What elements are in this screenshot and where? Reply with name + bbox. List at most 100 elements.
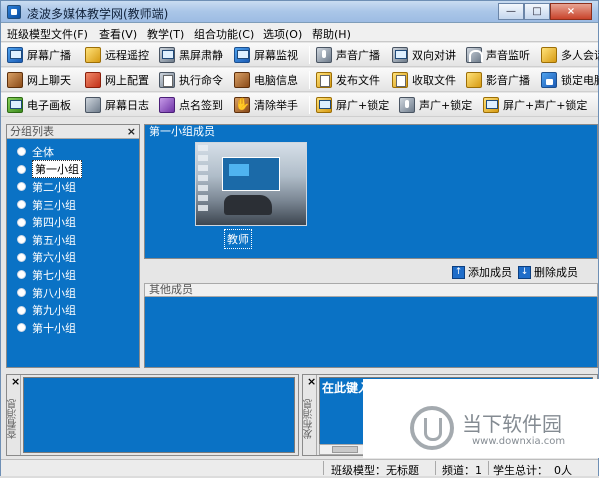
radio-icon [17, 305, 26, 315]
sound-lock-button[interactable]: 声广+锁定 [399, 96, 472, 114]
group-list-close-button[interactable]: × [127, 125, 136, 138]
toolbar-separator [309, 71, 310, 89]
pc-info-button[interactable]: 电脑信息 [234, 71, 298, 89]
group-item-2[interactable]: 第二小组 [17, 178, 82, 196]
screen-lock-button[interactable]: 屏广+锁定 [316, 96, 389, 114]
screen-broadcast-button[interactable]: 屏幕广播 [7, 46, 71, 64]
radio-icon [17, 288, 26, 298]
roll-call-button[interactable]: 点名签到 [159, 96, 223, 114]
window-title: 凌波多媒体教学网(教师端) [27, 7, 169, 21]
chat-icon [7, 72, 23, 88]
watermark: 当下软件园 www.downxia.com [406, 406, 596, 454]
status-separator [435, 461, 436, 475]
window-controls: — □ × [498, 3, 592, 20]
watermark-logo-icon [410, 406, 454, 450]
view-messages-tab[interactable]: × 查看消息 [7, 375, 21, 455]
teacher-label[interactable]: 教师 [224, 229, 252, 249]
config-button[interactable]: 网上配置 [85, 71, 149, 89]
group-item-8[interactable]: 第八小组 [17, 284, 82, 302]
toolbar-separator [309, 96, 310, 114]
remove-member-button[interactable]: ↓ 删除成员 [518, 264, 578, 280]
minimize-button[interactable]: — [498, 3, 524, 20]
roll-call-icon [159, 97, 175, 113]
menu-combo[interactable]: 组合功能(C) [194, 26, 254, 42]
group-item-4[interactable]: 第四小组 [17, 213, 82, 231]
lock-pc-button[interactable]: 锁定电脑 [541, 71, 599, 89]
publish-messages-tab[interactable]: × 发布消息 [303, 375, 317, 455]
remote-control-button[interactable]: 远程遥控 [85, 46, 149, 64]
group-item-10[interactable]: 第十小组 [17, 319, 82, 337]
sound-monitor-button[interactable]: 声音监听 [466, 46, 530, 64]
view-messages-close-button[interactable]: × [11, 375, 20, 388]
group-chat-button[interactable]: 多人会话 [541, 46, 599, 64]
screen-sound-lock-button[interactable]: 屏广+声广+锁定 [483, 96, 587, 114]
video-broadcast-button[interactable]: 影音广播 [466, 71, 530, 89]
group-list-panel: 分组列表 × 全体 第一小组 第二小组 第三小组 第四小组 第五小组 第六小组 … [6, 124, 140, 368]
scrollbar-thumb[interactable] [332, 446, 358, 453]
radio-icon [17, 147, 26, 157]
toolbar-row-2: 网上聊天 网上配置 执行命令 电脑信息 发布文件 收取文件 影音广播 锁定电脑 [1, 68, 599, 92]
group-list-title: 分组列表 [10, 125, 54, 138]
whiteboard-button[interactable]: 电子画板 [7, 96, 71, 114]
microphone-icon [316, 47, 332, 63]
group-item-6[interactable]: 第六小组 [17, 249, 82, 267]
screen-log-button[interactable]: 屏幕日志 [85, 96, 149, 114]
maximize-button[interactable]: □ [524, 3, 550, 20]
radio-icon [17, 200, 26, 210]
members-header: 第一小组成员 [144, 124, 598, 138]
intercom-icon [392, 47, 408, 63]
toolbar-row-1: 屏幕广播 远程遥控 黑屏肃静 屏幕监视 声音广播 双向对讲 声音监听 多人会话 [1, 43, 599, 67]
execute-icon [159, 72, 175, 88]
publish-file-icon [316, 72, 332, 88]
publish-messages-close-button[interactable]: × [307, 375, 316, 388]
add-member-button[interactable]: ↑ 添加成员 [452, 264, 512, 280]
group-list: 全体 第一小组 第二小组 第三小组 第四小组 第五小组 第六小组 第七小组 第八… [17, 143, 82, 337]
radio-icon [17, 252, 26, 262]
intercom-button[interactable]: 双向对讲 [392, 46, 456, 64]
group-item-1[interactable]: 第一小组 [17, 160, 82, 179]
other-members-header: 其他成员 [144, 283, 598, 297]
clear-hand-button[interactable]: 清除举手 [234, 96, 298, 114]
remote-control-icon [85, 47, 101, 63]
headphones-icon [466, 47, 483, 63]
menu-teaching[interactable]: 教学(T) [147, 26, 184, 42]
close-button[interactable]: × [550, 3, 592, 20]
group-item-7[interactable]: 第七小组 [17, 266, 82, 284]
pc-info-icon [234, 72, 250, 88]
group-item-5[interactable]: 第五小组 [17, 231, 82, 249]
arrow-down-icon: ↓ [518, 265, 531, 279]
publish-file-button[interactable]: 发布文件 [316, 71, 380, 89]
radio-icon [17, 235, 26, 245]
desktop-icons [198, 145, 208, 215]
lock-pc-icon [541, 72, 557, 88]
menu-file[interactable]: 班级模型文件(F) [7, 26, 88, 42]
menu-options[interactable]: 选项(O) [263, 26, 302, 42]
radio-icon [17, 217, 26, 227]
execute-button[interactable]: 执行命令 [159, 71, 223, 89]
group-item-9[interactable]: 第九小组 [17, 301, 82, 319]
group-item-3[interactable]: 第三小组 [17, 196, 82, 214]
screen-sound-lock-icon [483, 97, 499, 113]
toolbar-row-3: 电子画板 屏幕日志 点名签到 清除举手 屏广+锁定 声广+锁定 屏广+声广+锁定 [1, 93, 598, 117]
member-actions: ↑ 添加成员 ↓ 删除成员 [144, 262, 598, 280]
menu-bar: 班级模型文件(F) 查看(V) 教学(T) 组合功能(C) 选项(O) 帮助(H… [1, 23, 598, 42]
menu-help[interactable]: 帮助(H) [312, 26, 351, 42]
members-area: 教师 [144, 138, 598, 259]
clear-hand-icon [234, 97, 250, 113]
toolbar-separator [309, 46, 310, 64]
watermark-title: 当下软件园 [462, 412, 562, 436]
app-logo-icon [7, 5, 21, 19]
status-separator [488, 461, 489, 475]
message-view-area[interactable] [23, 377, 295, 453]
sound-broadcast-button[interactable]: 声音广播 [316, 46, 380, 64]
collect-file-icon [392, 72, 408, 88]
chat-button[interactable]: 网上聊天 [7, 71, 71, 89]
menu-view[interactable]: 查看(V) [99, 26, 137, 42]
group-item-all[interactable]: 全体 [17, 143, 82, 161]
teacher-screen-thumbnail[interactable] [195, 142, 307, 226]
screen-monitor-button[interactable]: 屏幕监视 [234, 46, 298, 64]
black-screen-button[interactable]: 黑屏肃静 [159, 46, 223, 64]
title-bar: 凌波多媒体教学网(教师端) — □ × [1, 1, 598, 23]
status-bar: 班级模型：无标题 频道：1 学生总计： 0人 [1, 459, 598, 477]
collect-file-button[interactable]: 收取文件 [392, 71, 456, 89]
